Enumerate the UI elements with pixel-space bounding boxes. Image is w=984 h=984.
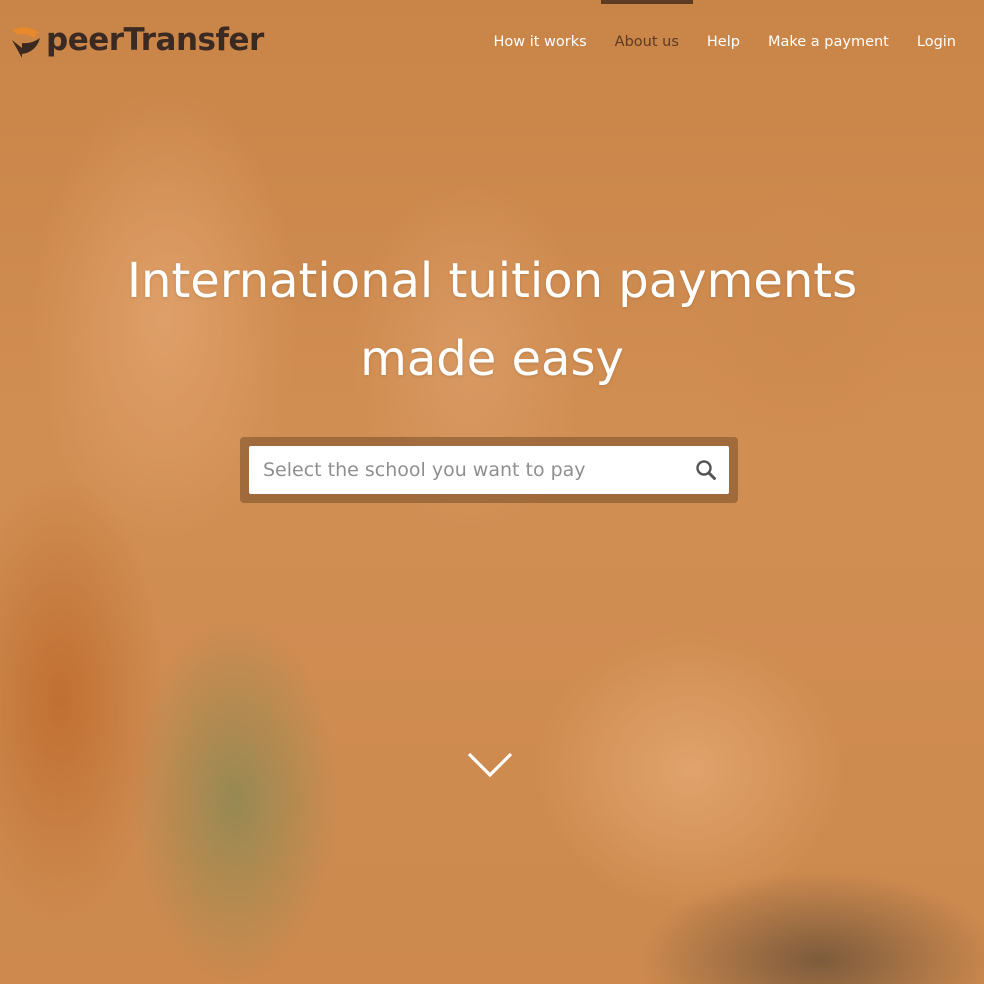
headline-line-1: International tuition payments (126, 253, 858, 309)
nav-how-it-works[interactable]: How it works (479, 0, 600, 84)
school-search-container (240, 437, 738, 503)
school-search-input[interactable] (249, 446, 679, 494)
headline-line-2: made easy (360, 331, 624, 387)
main-navigation: How it works About us Help Make a paymen… (479, 0, 970, 84)
peertransfer-arrows-logo-icon (12, 27, 40, 58)
hero-headline: International tuition payments made easy (0, 242, 984, 398)
nav-about-us[interactable]: About us (600, 0, 694, 84)
brand-logo[interactable]: peerTransfer (8, 20, 264, 60)
search-icon[interactable] (695, 459, 717, 481)
school-search-box (249, 446, 729, 494)
nav-make-a-payment[interactable]: Make a payment (754, 0, 903, 84)
nav-help[interactable]: Help (693, 0, 754, 84)
nav-login[interactable]: Login (903, 0, 970, 84)
chevron-down-icon[interactable] (466, 750, 514, 780)
site-header: peerTransfer How it works About us Help … (0, 0, 984, 84)
brand-name: peerTransfer (46, 22, 264, 58)
